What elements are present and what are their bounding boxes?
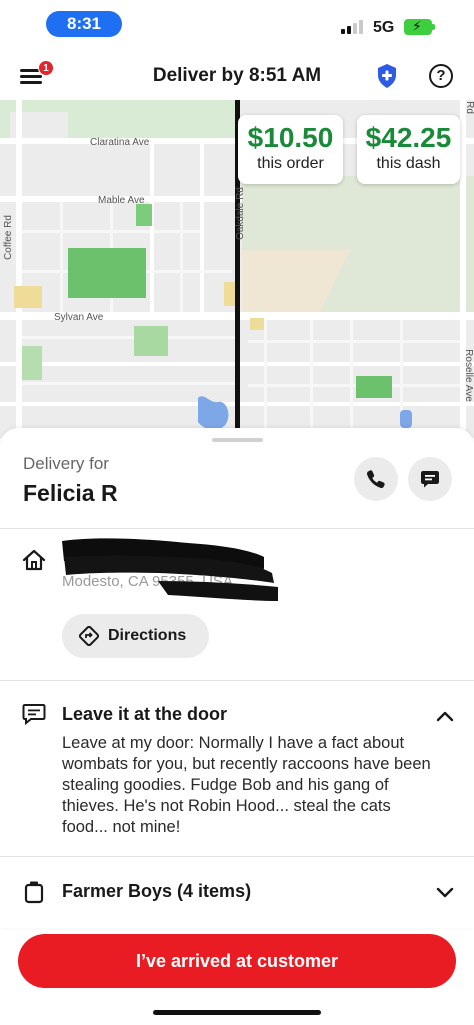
divider: [0, 528, 474, 529]
app-header: 1 Deliver by 8:51 AM ?: [0, 54, 474, 100]
network-type: 5G: [373, 19, 395, 36]
home-indicator: [153, 1010, 321, 1015]
dash-earnings-label: this dash: [376, 155, 441, 172]
status-bar: 8:31 5G ⚡: [0, 0, 474, 50]
dash-earnings-amount: $42.25: [365, 122, 452, 153]
deliver-by-title: Deliver by 8:51 AM: [152, 65, 322, 86]
chevron-down-icon[interactable]: [436, 886, 454, 898]
signal-icon: [341, 20, 365, 34]
customer-name: Felicia R: [23, 480, 118, 506]
order-earnings-label: this order: [257, 155, 324, 172]
directions-button[interactable]: Directions: [62, 614, 209, 658]
street-label: Rd: [463, 101, 474, 114]
call-customer-button[interactable]: [354, 457, 398, 501]
chevron-up-icon[interactable]: [436, 710, 454, 722]
delivery-for-label: Delivery for: [23, 454, 109, 473]
sheet-grabber[interactable]: [212, 438, 263, 442]
phone-icon: [367, 470, 385, 488]
directions-label: Directions: [108, 627, 187, 644]
order-earnings-card: $10.50 this order: [238, 115, 343, 184]
address-redaction: [62, 538, 278, 601]
order-earnings-amount: $10.50: [247, 122, 334, 153]
chat-icon: [421, 471, 439, 488]
shield-plus-icon[interactable]: [376, 63, 398, 89]
dropoff-instructions-body: Leave at my door: Normally I have a fact…: [62, 734, 431, 836]
help-icon[interactable]: ?: [429, 64, 453, 88]
arrived-at-customer-button[interactable]: I’ve arrived at customer: [18, 934, 456, 988]
home-icon: [22, 549, 46, 576]
street-label: Sylvan Ave: [54, 312, 104, 323]
street-label: Coffee Rd: [2, 215, 14, 260]
street-label: Oakdale Rd: [234, 187, 246, 240]
map-view[interactable]: Claratina Ave Mable Ave Coffee Rd Oakdal…: [0, 100, 474, 438]
status-time: 8:31: [46, 11, 122, 37]
dropoff-instructions-title[interactable]: Leave it at the door: [62, 704, 227, 725]
scroll-fade: [0, 904, 474, 928]
divider: [0, 680, 474, 681]
battery-charging-icon: ⚡: [404, 18, 435, 35]
directions-icon: [79, 626, 99, 646]
street-label: Claratina Ave: [90, 137, 150, 148]
street-label: Roselle Ave: [462, 349, 474, 402]
dash-earnings-card: $42.25 this dash: [357, 115, 460, 184]
order-items-title[interactable]: Farmer Boys (4 items): [62, 881, 251, 902]
message-customer-button[interactable]: [408, 457, 452, 501]
delivery-sheet: Delivery for Felicia R Modesto, CA 95355…: [0, 428, 474, 928]
note-icon: [22, 703, 46, 730]
divider: [0, 856, 474, 857]
street-label: Mable Ave: [98, 195, 145, 206]
